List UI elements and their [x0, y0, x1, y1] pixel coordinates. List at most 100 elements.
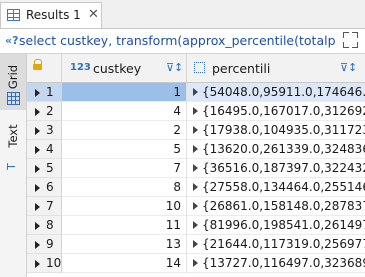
- table-row[interactable]: 1 1 {54048.0,95911.0,174646.0}: [27, 83, 365, 102]
- percentili-cell[interactable]: {16495.0,167017.0,312692.0}: [187, 102, 365, 121]
- custkey-value: 1: [173, 85, 181, 99]
- row-number: 9: [46, 237, 54, 251]
- text-label: Text: [6, 124, 20, 148]
- custkey-value: 7: [173, 161, 181, 175]
- text-mode-icon: T: [4, 163, 18, 170]
- percentili-cell[interactable]: {17938.0,104935.0,311723.0}: [187, 121, 365, 140]
- percentili-value: {13727.0,116497.0,323689.0}: [202, 256, 365, 270]
- row-number-cell[interactable]: 9: [27, 235, 62, 254]
- expand-array-icon[interactable]: [193, 259, 198, 267]
- table-row[interactable]: 4 5 {13620.0,261339.0,324836.0}: [27, 140, 365, 159]
- percentili-cell[interactable]: {26861.0,158148.0,287837.0}: [187, 197, 365, 216]
- expand-array-icon[interactable]: [193, 88, 198, 96]
- tab-label: Results 1: [26, 8, 81, 22]
- row-number: 8: [46, 218, 54, 232]
- row-number-cell[interactable]: 5: [27, 159, 62, 178]
- expand-array-icon[interactable]: [193, 202, 198, 210]
- grid-label: Grid: [6, 64, 20, 90]
- row-number: 1: [46, 85, 54, 99]
- custkey-cell[interactable]: 10: [62, 197, 187, 216]
- row-number-cell[interactable]: 7: [27, 197, 62, 216]
- percentili-value: {26861.0,158148.0,287837.0}: [202, 199, 365, 213]
- table-row[interactable]: 5 7 {36516.0,187397.0,322432.0}: [27, 159, 365, 178]
- custkey-cell[interactable]: 11: [62, 216, 187, 235]
- expand-row-icon[interactable]: [35, 89, 40, 97]
- percentili-value: {16495.0,167017.0,312692.0}: [202, 104, 365, 118]
- column-header-custkey[interactable]: 123 custkey ⊽↕: [62, 54, 187, 83]
- view-mode-sidebar: Grid Text T: [0, 54, 27, 277]
- custkey-cell[interactable]: 7: [62, 159, 187, 178]
- expand-row-icon[interactable]: [35, 260, 40, 268]
- row-number-cell[interactable]: 8: [27, 216, 62, 235]
- percentili-value: {36516.0,187397.0,322432.0}: [202, 161, 365, 175]
- custkey-value: 2: [173, 123, 181, 137]
- table-row[interactable]: 9 13 {21644.0,117319.0,256977.0}: [27, 235, 365, 254]
- expand-array-icon[interactable]: [193, 145, 198, 153]
- percentili-value: {54048.0,95911.0,174646.0}: [202, 85, 365, 99]
- row-number: 4: [46, 142, 54, 156]
- custkey-cell[interactable]: 4: [62, 102, 187, 121]
- custkey-value: 11: [165, 218, 181, 232]
- table-row[interactable]: 3 2 {17938.0,104935.0,311723.0}: [27, 121, 365, 140]
- expand-row-icon[interactable]: [35, 222, 40, 230]
- custkey-value: 8: [173, 180, 181, 194]
- table-row[interactable]: 2 4 {16495.0,167017.0,312692.0}: [27, 102, 365, 121]
- expand-array-icon[interactable]: [193, 221, 198, 229]
- expand-row-icon[interactable]: [35, 108, 40, 116]
- results-tab-bar: Results 1 ✕: [0, 0, 365, 29]
- tab-results-1[interactable]: Results 1 ✕: [0, 2, 102, 28]
- percentili-cell[interactable]: {54048.0,95911.0,174646.0}: [187, 83, 365, 102]
- query-text[interactable]: select custkey, transform(approx_percent…: [19, 33, 335, 48]
- expand-array-icon[interactable]: [193, 183, 198, 191]
- table-row[interactable]: 8 11 {81996.0,198541.0,261497.0}: [27, 216, 365, 235]
- table-row[interactable]: 10 14 {13727.0,116497.0,323689.0}: [27, 254, 365, 273]
- row-number: 3: [46, 123, 54, 137]
- header-corner[interactable]: [27, 54, 62, 83]
- expand-row-icon[interactable]: [35, 203, 40, 211]
- custkey-cell[interactable]: 2: [62, 121, 187, 140]
- expand-array-icon[interactable]: [193, 126, 198, 134]
- percentili-cell[interactable]: {13727.0,116497.0,323689.0}: [187, 254, 365, 273]
- filter-sort-icon[interactable]: ⊽↕: [340, 61, 357, 74]
- row-number-cell[interactable]: 4: [27, 140, 62, 159]
- array-type-icon: [194, 62, 205, 73]
- row-number-cell[interactable]: 10: [27, 254, 62, 273]
- custkey-cell[interactable]: 14: [62, 254, 187, 273]
- table-row[interactable]: 7 10 {26861.0,158148.0,287837.0}: [27, 197, 365, 216]
- percentili-cell[interactable]: {21644.0,117319.0,256977.0}: [187, 235, 365, 254]
- percentili-cell[interactable]: {13620.0,261339.0,324836.0}: [187, 140, 365, 159]
- percentili-cell[interactable]: {36516.0,187397.0,322432.0}: [187, 159, 365, 178]
- custkey-cell[interactable]: 8: [62, 178, 187, 197]
- custkey-value: 14: [165, 256, 181, 270]
- percentili-cell[interactable]: {81996.0,198541.0,261497.0}: [187, 216, 365, 235]
- expand-row-icon[interactable]: [35, 184, 40, 192]
- expand-row-icon[interactable]: [35, 127, 40, 135]
- expand-row-icon[interactable]: [35, 146, 40, 154]
- filter-sort-icon[interactable]: ⊽↕: [166, 61, 183, 74]
- expand-row-icon[interactable]: [35, 241, 40, 249]
- column-header-percentili[interactable]: percentili ⊽↕: [187, 54, 365, 83]
- percentili-cell[interactable]: {27558.0,134464.0,255146.0}: [187, 178, 365, 197]
- expand-array-icon[interactable]: [193, 240, 198, 248]
- row-number-cell[interactable]: 6: [27, 178, 62, 197]
- percentili-value: {27558.0,134464.0,255146.0}: [202, 180, 365, 194]
- close-tab-icon[interactable]: ✕: [88, 7, 99, 22]
- expand-array-icon[interactable]: [193, 107, 198, 115]
- percentili-value: {13620.0,261339.0,324836.0}: [202, 142, 365, 156]
- grid-view-tab[interactable]: Grid: [0, 54, 26, 110]
- custkey-cell[interactable]: 13: [62, 235, 187, 254]
- row-number: 7: [46, 199, 54, 213]
- expand-array-icon[interactable]: [193, 164, 198, 172]
- text-view-tab[interactable]: Text T: [0, 120, 26, 180]
- row-number-cell[interactable]: 3: [27, 121, 62, 140]
- row-number-cell[interactable]: 1: [27, 83, 62, 102]
- column-name: percentili: [212, 61, 271, 76]
- percentili-value: {17938.0,104935.0,311723.0}: [202, 123, 365, 137]
- expand-row-icon[interactable]: [35, 165, 40, 173]
- row-number-cell[interactable]: 2: [27, 102, 62, 121]
- custkey-cell[interactable]: 1: [62, 83, 187, 102]
- expand-icon[interactable]: [343, 32, 358, 48]
- row-number: 6: [46, 180, 54, 194]
- custkey-cell[interactable]: 5: [62, 140, 187, 159]
- table-row[interactable]: 6 8 {27558.0,134464.0,255146.0}: [27, 178, 365, 197]
